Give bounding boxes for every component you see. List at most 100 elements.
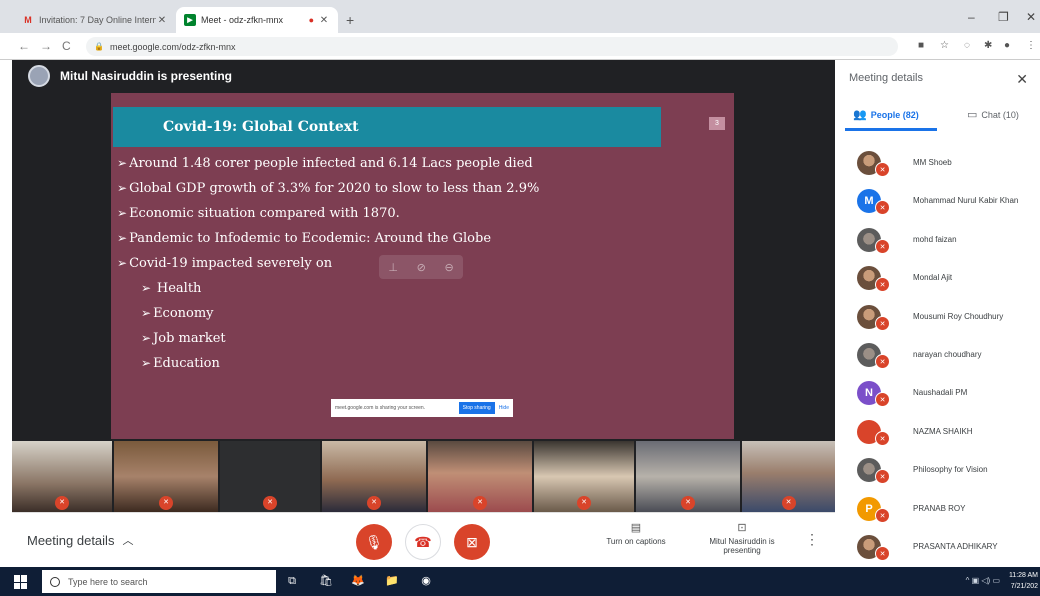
remove-icon[interactable]: ⊖ xyxy=(444,261,453,274)
participant-row[interactable]: ✕ Philosophy for Vision xyxy=(835,451,1040,489)
more-options-icon[interactable]: ⋮ xyxy=(805,531,819,548)
presenting-button[interactable]: ⊡ Mitul Nasiruddin is presenting xyxy=(702,521,782,555)
captions-button[interactable]: ▤ Turn on captions xyxy=(598,521,674,546)
close-icon[interactable]: ✕ xyxy=(1016,71,1028,88)
arrow-bullet-icon: ➢ xyxy=(141,281,155,295)
close-tab-icon[interactable]: ✕ xyxy=(156,15,168,26)
participant-tile[interactable]: ✕ xyxy=(636,441,740,512)
file-explorer-icon[interactable]: 📁 xyxy=(384,573,400,589)
stop-sharing-button[interactable]: Stop sharing xyxy=(458,402,495,414)
participant-row[interactable]: ✕ NAZMA SHAIKH xyxy=(835,413,1040,451)
new-tab-button[interactable]: + xyxy=(346,12,354,28)
puzzle-icon[interactable]: ✱ xyxy=(984,40,992,51)
browser-menu-icon[interactable]: ⋮ xyxy=(1026,40,1036,51)
participant-row[interactable]: N ✕ Naushadali PM xyxy=(835,374,1040,412)
maximize-button[interactable]: ❐ xyxy=(998,10,1009,24)
participant-tile[interactable]: ✕ xyxy=(12,441,112,512)
participant-name: Mousumi Roy Choudhury xyxy=(913,311,1004,321)
camera-indicator-icon[interactable]: ■ xyxy=(918,40,924,51)
arrow-bullet-icon: ➢ xyxy=(117,256,128,270)
participant-row[interactable]: ✕ narayan choudhary xyxy=(835,336,1040,374)
tab-invitation[interactable]: M Invitation: 7 Day Online Internati ✕ xyxy=(14,7,176,33)
task-view-icon[interactable]: ⧉ xyxy=(284,573,300,589)
people-icon: 👥 xyxy=(853,109,867,121)
system-tray[interactable]: ^ ▣ ◁) ▭ xyxy=(966,576,1000,585)
clock-time: 11:28 AM xyxy=(1008,572,1038,579)
microphone-icon[interactable]: 🎙 xyxy=(256,573,272,589)
tab-meet[interactable]: ▶ Meet - odz-zfkn-mnx ● ✕ xyxy=(176,7,338,33)
hide-button[interactable]: Hide xyxy=(499,405,509,411)
participant-tile[interactable]: ✕ xyxy=(428,441,532,512)
tab-people[interactable]: 👥 People (82) xyxy=(853,108,919,121)
chrome-icon[interactable]: ◉ xyxy=(418,573,434,589)
chat-icon: ▭ xyxy=(967,109,978,121)
firefox-icon[interactable]: 🦊 xyxy=(350,573,366,589)
presenting-label: Mitul Nasiruddin is presenting xyxy=(709,537,775,555)
participant-row[interactable]: M ✕ Mohammad Nurul Kabir Khan xyxy=(835,182,1040,220)
camera-toggle-button[interactable]: ⊠ xyxy=(454,524,490,560)
mute-icon[interactable]: ⊘ xyxy=(417,261,426,274)
search-icon xyxy=(50,576,60,587)
address-bar: ← → C 🔒 meet.google.com/odz-zfkn-mnx ■ ☆… xyxy=(0,33,1040,60)
minimize-button[interactable]: – xyxy=(968,10,975,24)
participant-name: Mondal Ajit xyxy=(913,273,953,283)
forward-button[interactable]: → xyxy=(40,39,52,53)
participant-row[interactable]: ✕ Mondal Ajit xyxy=(835,259,1040,297)
pin-icon[interactable]: ⊥ xyxy=(388,261,398,274)
taskbar-clock[interactable]: 11:28 AM 7/21/202 xyxy=(1009,570,1038,592)
extension-icon[interactable]: ◌ xyxy=(964,40,970,51)
participant-tile[interactable]: ✕ xyxy=(322,441,426,512)
arrow-bullet-icon: ➢ xyxy=(141,306,152,320)
profile-avatar[interactable]: ● xyxy=(1004,40,1010,51)
participant-tile[interactable]: ✕ xyxy=(742,441,835,512)
close-window-button[interactable]: ✕ xyxy=(1026,10,1036,24)
tab-chat[interactable]: ▭ Chat (10) xyxy=(967,108,1019,121)
list-item: ➢ Health xyxy=(141,281,202,296)
meeting-details-button[interactable]: Meeting details ︿ xyxy=(27,532,133,548)
participant-row[interactable]: ✕ Mousumi Roy Choudhury xyxy=(835,298,1040,336)
mic-off-icon: ✕ xyxy=(875,545,890,561)
participant-tile[interactable]: ✕ xyxy=(534,441,634,512)
tab-chat-label: Chat (10) xyxy=(981,109,1019,120)
gmail-icon: M xyxy=(24,15,32,25)
mic-off-icon: ✕ xyxy=(875,353,890,369)
windows-start-icon[interactable] xyxy=(14,575,28,589)
mic-off-icon: ✕ xyxy=(875,507,890,523)
captions-label: Turn on captions xyxy=(606,537,666,546)
captions-icon: ▤ xyxy=(630,522,642,534)
url-field[interactable]: 🔒 meet.google.com/odz-zfkn-mnx xyxy=(86,37,898,56)
taskbar-search-input[interactable]: Type here to search xyxy=(42,570,276,593)
bookmark-star-icon[interactable]: ☆ xyxy=(940,40,949,51)
participant-row[interactable]: ✕ PRASANTA ADHIKARY xyxy=(835,528,1040,566)
search-placeholder: Type here to search xyxy=(68,576,148,587)
participant-name: NAZMA SHAIKH xyxy=(913,426,973,436)
reload-button[interactable]: C xyxy=(62,39,71,53)
mic-off-icon: ✕ xyxy=(875,315,890,331)
participant-tile[interactable]: ✕ xyxy=(114,441,218,512)
list-item: ➢ Economic situation compared with 1870. xyxy=(117,206,400,221)
participant-name: mohd faizan xyxy=(913,234,957,244)
mic-toggle-button[interactable]: 🎙 xyxy=(356,524,392,560)
participant-row[interactable]: P ✕ PRANAB ROY xyxy=(835,490,1040,528)
present-screen-icon: ⊡ xyxy=(737,522,747,534)
mic-off-icon: ✕ xyxy=(875,392,890,408)
panel-title: Meeting details xyxy=(849,72,923,84)
list-item: ➢ Job market xyxy=(141,331,226,346)
mic-off-icon: ✕ xyxy=(263,496,277,510)
share-message: meet.google.com is sharing your screen. xyxy=(335,405,426,411)
leave-call-button[interactable]: ☎ xyxy=(405,524,441,560)
participant-tile[interactable]: ✕ xyxy=(220,441,320,512)
store-icon[interactable]: 🛍 xyxy=(318,573,334,589)
mic-off-icon: 🎙 xyxy=(365,533,383,550)
tab-title: Meet - odz-zfkn-mnx xyxy=(201,15,284,25)
list-item: ➢ Around 1.48 corer people infected and 6… xyxy=(117,156,533,171)
browser-tab-bar: M Invitation: 7 Day Online Internati ✕ ▶… xyxy=(0,0,1040,33)
mic-off-icon: ✕ xyxy=(875,430,890,446)
back-button[interactable]: ← xyxy=(18,39,30,53)
hang-up-icon: ☎ xyxy=(414,533,432,550)
shared-slide: Covid-19: Global Context 3 ➢ Around 1.48 … xyxy=(111,93,734,439)
close-tab-icon[interactable]: ✕ xyxy=(318,15,330,26)
participant-row[interactable]: ✕ MM Shoeb xyxy=(835,144,1040,182)
participant-row[interactable]: ✕ mohd faizan xyxy=(835,221,1040,259)
participant-name: Mohammad Nurul Kabir Khan xyxy=(913,196,1019,206)
